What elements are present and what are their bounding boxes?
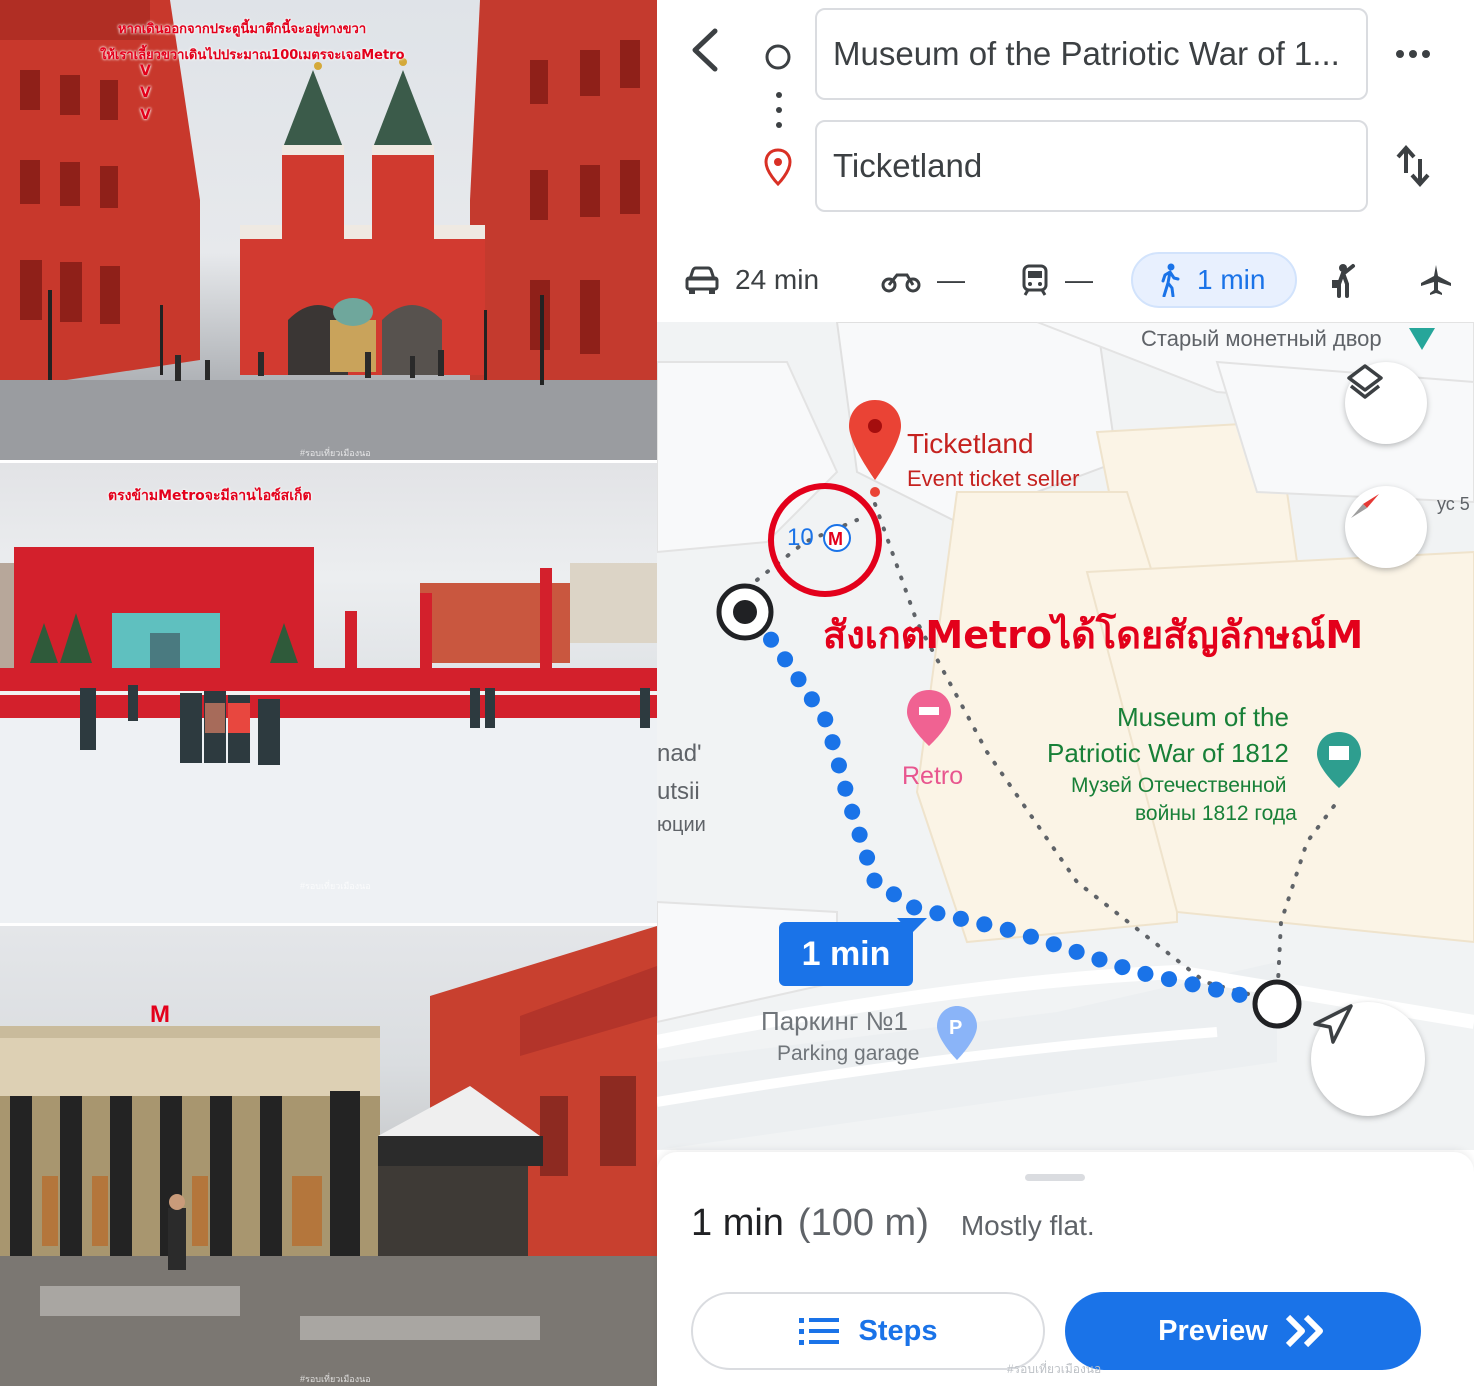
- metro-illustration: M: [0, 926, 657, 1386]
- compass-icon: [1351, 494, 1379, 518]
- mode-flight[interactable]: [1419, 252, 1453, 308]
- summary-terrain: Mostly flat.: [960, 1210, 1095, 1241]
- map-label-museum-ru-line1: Музей Отечественной: [1071, 774, 1287, 797]
- destination-pin-icon: [757, 146, 799, 188]
- photo2-caption: ตรงข้ามMetroจะมีลานไอซ์สเก็ต: [108, 488, 312, 504]
- map-label-mint[interactable]: Старый монетный двор: [1141, 326, 1382, 352]
- directions-header: Museum of the Patriotic War of 1... Tick…: [657, 0, 1474, 330]
- photo-ice-rink: ตรงข้ามMetroจะมีลานไอซ์สเก็ต #รอบเที่ยวเ…: [0, 463, 657, 923]
- airplane-icon: [1421, 265, 1451, 295]
- preview-label: Preview: [1158, 1314, 1268, 1347]
- mode-ride-hailing[interactable]: [1329, 252, 1359, 308]
- photo1-watermark: #รอบเที่ยวเมืองนอ: [300, 448, 371, 458]
- map-label-museum-line1[interactable]: Museum of the: [1117, 702, 1289, 733]
- map-label-museum-ru-line2: войны 1812 года: [1135, 802, 1297, 825]
- mode-transit-time: —: [1065, 264, 1093, 295]
- navigation-arrow-icon: [1313, 1004, 1353, 1044]
- sheet-drag-handle[interactable]: [1025, 1174, 1085, 1181]
- route-connector-dots-icon: [769, 90, 789, 130]
- map-label-metro-number[interactable]: 10: [787, 524, 814, 552]
- list-icon: [798, 1318, 839, 1345]
- map-label-partial-2: utsii: [657, 778, 700, 805]
- map-label-partial-1: nad': [657, 740, 702, 767]
- back-button[interactable]: [677, 22, 733, 78]
- photo-metro-station: M #รอบเที่ยวเมืองนอ: [0, 926, 657, 1386]
- hail-ride-icon: [1332, 264, 1355, 298]
- steps-button[interactable]: Steps: [691, 1292, 1045, 1370]
- mode-motorcycle[interactable]: —: [881, 252, 965, 308]
- gate-illustration: [0, 0, 657, 460]
- mode-car-time: 24 min: [735, 264, 820, 295]
- map-label-edge: ус 5: [1437, 494, 1470, 514]
- origin-input[interactable]: Museum of the Patriotic War of 1...: [815, 8, 1368, 100]
- more-vert-icon: [1396, 50, 1430, 58]
- map-view[interactable]: M P Старый монетный двор Ticketland Even…: [657, 322, 1474, 1150]
- photo-resurrection-gate: หากเดินออกจากประตูนี้มาตึกนี้จะอยู่ทางขว…: [0, 0, 657, 460]
- train-icon: [1022, 264, 1048, 296]
- maps-app: Museum of the Patriotic War of 1... Tick…: [657, 0, 1474, 1386]
- swap-arrows-icon: [1396, 144, 1430, 188]
- mode-motorcycle-time: —: [937, 264, 965, 295]
- svg-text:M: M: [150, 1001, 170, 1028]
- mode-walk-selected[interactable]: 1 min: [1131, 252, 1297, 308]
- preview-button[interactable]: Preview: [1065, 1292, 1421, 1370]
- car-icon: [685, 266, 719, 294]
- mode-car[interactable]: 24 min: [685, 252, 819, 308]
- summary-distance: (100 m): [797, 1202, 929, 1244]
- map-label-ticketland[interactable]: Ticketland: [907, 428, 1034, 460]
- svg-text:P: P: [949, 1017, 962, 1039]
- destination-input[interactable]: Ticketland: [815, 120, 1368, 212]
- layers-button[interactable]: [1345, 362, 1427, 444]
- photo-collage: หากเดินออกจากประตูนี้มาตึกนี้จะอยู่ทางขว…: [0, 0, 657, 1386]
- steps-label: Steps: [858, 1314, 938, 1347]
- summary-time: 1 min: [691, 1202, 784, 1244]
- origin-circle-icon: [757, 36, 799, 78]
- map-label-partial-3: юции: [657, 814, 706, 836]
- map-label-museum-line2[interactable]: Patriotic War of 1812: [1047, 738, 1289, 769]
- svg-text:M: M: [828, 529, 843, 549]
- map-label-parking-category: Parking garage: [777, 1042, 920, 1065]
- photo3-watermark: #รอบเที่ยวเมืองนอ: [300, 1374, 371, 1384]
- route-bottom-sheet: 1 min (100 m) Mostly flat. Steps Preview…: [657, 1152, 1474, 1386]
- photo1-down-arrows: V V V: [140, 63, 151, 123]
- route-summary: 1 min (100 m) Mostly flat.: [691, 1202, 1095, 1245]
- photo2-watermark: #รอบเที่ยวเมืองนอ: [300, 881, 371, 891]
- layers-icon: [1347, 364, 1383, 399]
- map-label-retro[interactable]: Retro: [902, 762, 963, 791]
- more-options-button[interactable]: [1387, 28, 1439, 80]
- mode-walk-time: 1 min: [1197, 264, 1266, 295]
- compass-button[interactable]: [1345, 486, 1427, 568]
- route-time-chip[interactable]: 1 min: [779, 922, 913, 986]
- rink-illustration: [0, 547, 657, 923]
- map-label-ticketland-category: Event ticket seller: [907, 466, 1080, 491]
- map-label-parking[interactable]: Паркинг №1: [761, 1006, 908, 1037]
- double-chevron-icon: [1285, 1314, 1323, 1348]
- photo1-caption-line1: หากเดินออกจากประตูนี้มาตึกนี้จะอยู่ทางขว…: [118, 22, 367, 37]
- swap-button[interactable]: [1387, 140, 1439, 192]
- back-arrow-icon: [692, 28, 718, 72]
- motorcycle-icon: [881, 273, 921, 293]
- travel-mode-bar: 24 min — — 1 min: [657, 240, 1474, 320]
- sheet-watermark: #รอบเที่ยวเมืองนอ: [1007, 1362, 1102, 1376]
- metro-annotation-text: สังเกตMetroได้โดยสัญลักษณ์M: [823, 613, 1364, 657]
- mode-transit[interactable]: —: [1021, 252, 1093, 308]
- my-location-button[interactable]: [1311, 1002, 1425, 1116]
- walking-icon: [1161, 263, 1180, 297]
